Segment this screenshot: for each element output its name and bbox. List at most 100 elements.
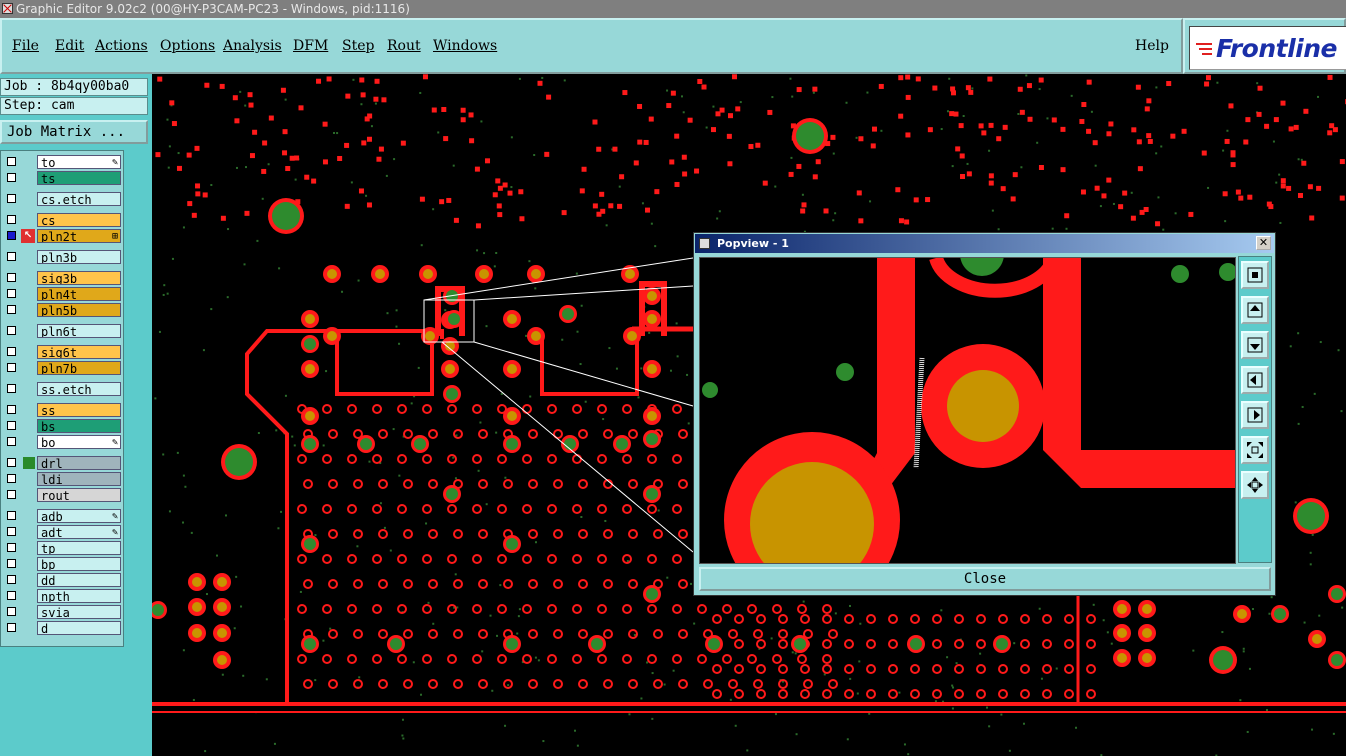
layer-row-ts[interactable]: ts — [3, 170, 121, 186]
popview-canvas[interactable] — [699, 257, 1236, 564]
layer-row-tp[interactable]: tp — [3, 540, 121, 556]
layer-row-drl[interactable]: drl — [3, 455, 121, 471]
layer-row-ldi[interactable]: ldi — [3, 471, 121, 487]
layer-row-ss-etch[interactable]: ss.etch — [3, 381, 121, 397]
menu-windows[interactable]: Windows — [433, 38, 497, 54]
layer-checkbox[interactable] — [7, 511, 16, 520]
menu-analysis[interactable]: Analysis — [223, 38, 282, 54]
layer-checkbox[interactable] — [7, 607, 16, 616]
layer-row-rout[interactable]: rout — [3, 487, 121, 503]
layer-name[interactable]: drl — [37, 456, 121, 470]
layer-name[interactable]: ts — [37, 171, 121, 185]
layer-checkbox[interactable] — [7, 194, 16, 203]
layer-checkbox[interactable] — [7, 231, 16, 240]
pan-left-icon[interactable] — [1241, 366, 1269, 394]
layer-name[interactable]: bo ✎ — [37, 435, 121, 449]
layer-checkbox[interactable] — [7, 157, 16, 166]
job-matrix-button[interactable]: Job Matrix ... — [0, 120, 148, 144]
layer-checkbox[interactable] — [7, 173, 16, 182]
menu-help[interactable]: Help — [1135, 38, 1169, 54]
layer-checkbox[interactable] — [7, 591, 16, 600]
layer-row-cs[interactable]: cs — [3, 212, 121, 228]
layer-checkbox[interactable] — [7, 421, 16, 430]
layer-checkbox[interactable] — [7, 384, 16, 393]
menu-dfm[interactable]: DFM — [293, 38, 328, 54]
layer-checkbox[interactable] — [7, 623, 16, 632]
layer-name[interactable]: pln6t — [37, 324, 121, 338]
layer-checkbox[interactable] — [7, 559, 16, 568]
layer-name[interactable]: rout — [37, 488, 121, 502]
layer-name[interactable]: cs.etch — [37, 192, 121, 206]
menu-actions[interactable]: Actions — [95, 38, 148, 54]
layer-name[interactable]: pln4t — [37, 287, 121, 301]
layer-name[interactable]: ss — [37, 403, 121, 417]
layer-row-npth[interactable]: npth — [3, 588, 121, 604]
menu-step[interactable]: Step — [342, 38, 374, 54]
layer-name[interactable]: d — [37, 621, 121, 635]
layer-name[interactable]: sig3b — [37, 271, 121, 285]
menu-options[interactable]: Options — [160, 38, 215, 54]
menu-edit[interactable]: Edit — [55, 38, 84, 54]
layer-checkbox[interactable] — [7, 490, 16, 499]
layer-row-pln3b[interactable]: pln3b — [3, 249, 121, 265]
layer-checkbox[interactable] — [7, 347, 16, 356]
layer-row-pln2t[interactable]: ↖ pln2t ⊞ — [3, 228, 121, 244]
menu-file[interactable]: File — [12, 38, 39, 54]
layer-name[interactable]: pln5b — [37, 303, 121, 317]
layer-checkbox[interactable] — [7, 273, 16, 282]
layer-checkbox[interactable] — [7, 527, 16, 536]
layer-checkbox[interactable] — [7, 326, 16, 335]
pan-up-icon[interactable] — [1241, 296, 1269, 324]
layer-row-bp[interactable]: bp — [3, 556, 121, 572]
layer-checkbox[interactable] — [7, 543, 16, 552]
layer-checkbox[interactable] — [7, 437, 16, 446]
layer-row-pln6t[interactable]: pln6t — [3, 323, 121, 339]
layer-checkbox[interactable] — [7, 474, 16, 483]
layer-name[interactable]: bs — [37, 419, 121, 433]
layer-row-pln7b[interactable]: pln7b — [3, 360, 121, 376]
layer-row-sig3b[interactable]: sig3b — [3, 270, 121, 286]
layer-row-cs-etch[interactable]: cs.etch — [3, 191, 121, 207]
layer-row-sig6t[interactable]: sig6t — [3, 344, 121, 360]
layer-checkbox[interactable] — [7, 458, 16, 467]
layer-name[interactable]: adt ✎ — [37, 525, 121, 539]
pan-down-icon[interactable] — [1241, 331, 1269, 359]
layer-name[interactable]: dd — [37, 573, 121, 587]
zoom-in-icon[interactable] — [1241, 471, 1269, 499]
layer-row-to[interactable]: to ✎ — [3, 154, 121, 170]
layer-row-adt[interactable]: adt ✎ — [3, 524, 121, 540]
layer-checkbox[interactable] — [7, 252, 16, 261]
layer-row-ss[interactable]: ss — [3, 402, 121, 418]
layer-name[interactable]: pln3b — [37, 250, 121, 264]
popview-close-button[interactable]: Close — [699, 567, 1271, 591]
layer-checkbox[interactable] — [7, 215, 16, 224]
zoom-out-icon[interactable] — [1241, 436, 1269, 464]
layer-name[interactable]: svia — [37, 605, 121, 619]
layer-name[interactable]: sig6t — [37, 345, 121, 359]
close-icon[interactable]: ✕ — [1256, 236, 1271, 250]
layer-row-bo[interactable]: bo ✎ — [3, 434, 121, 450]
layer-row-svia[interactable]: svia — [3, 604, 121, 620]
layer-name[interactable]: ss.etch — [37, 382, 121, 396]
layer-row-pln5b[interactable]: pln5b — [3, 302, 121, 318]
layer-name[interactable]: to ✎ — [37, 155, 121, 169]
layer-name[interactable]: pln2t ⊞ — [37, 229, 121, 243]
layer-name[interactable]: bp — [37, 557, 121, 571]
layer-row-bs[interactable]: bs — [3, 418, 121, 434]
menu-rout[interactable]: Rout — [387, 38, 421, 54]
layer-name[interactable]: ldi — [37, 472, 121, 486]
pan-right-icon[interactable] — [1241, 401, 1269, 429]
layer-checkbox[interactable] — [7, 289, 16, 298]
layer-name[interactable]: pln7b — [37, 361, 121, 375]
layer-checkbox[interactable] — [7, 305, 16, 314]
layer-checkbox[interactable] — [7, 575, 16, 584]
layer-checkbox[interactable] — [7, 405, 16, 414]
layer-name[interactable]: tp — [37, 541, 121, 555]
zoom-fit-icon[interactable] — [1241, 261, 1269, 289]
layer-name[interactable]: adb ✎ — [37, 509, 121, 523]
layer-name[interactable]: cs — [37, 213, 121, 227]
layer-row-dd[interactable]: dd — [3, 572, 121, 588]
layer-row-pln4t[interactable]: pln4t — [3, 286, 121, 302]
layer-name[interactable]: npth — [37, 589, 121, 603]
layer-row-d[interactable]: d — [3, 620, 121, 636]
